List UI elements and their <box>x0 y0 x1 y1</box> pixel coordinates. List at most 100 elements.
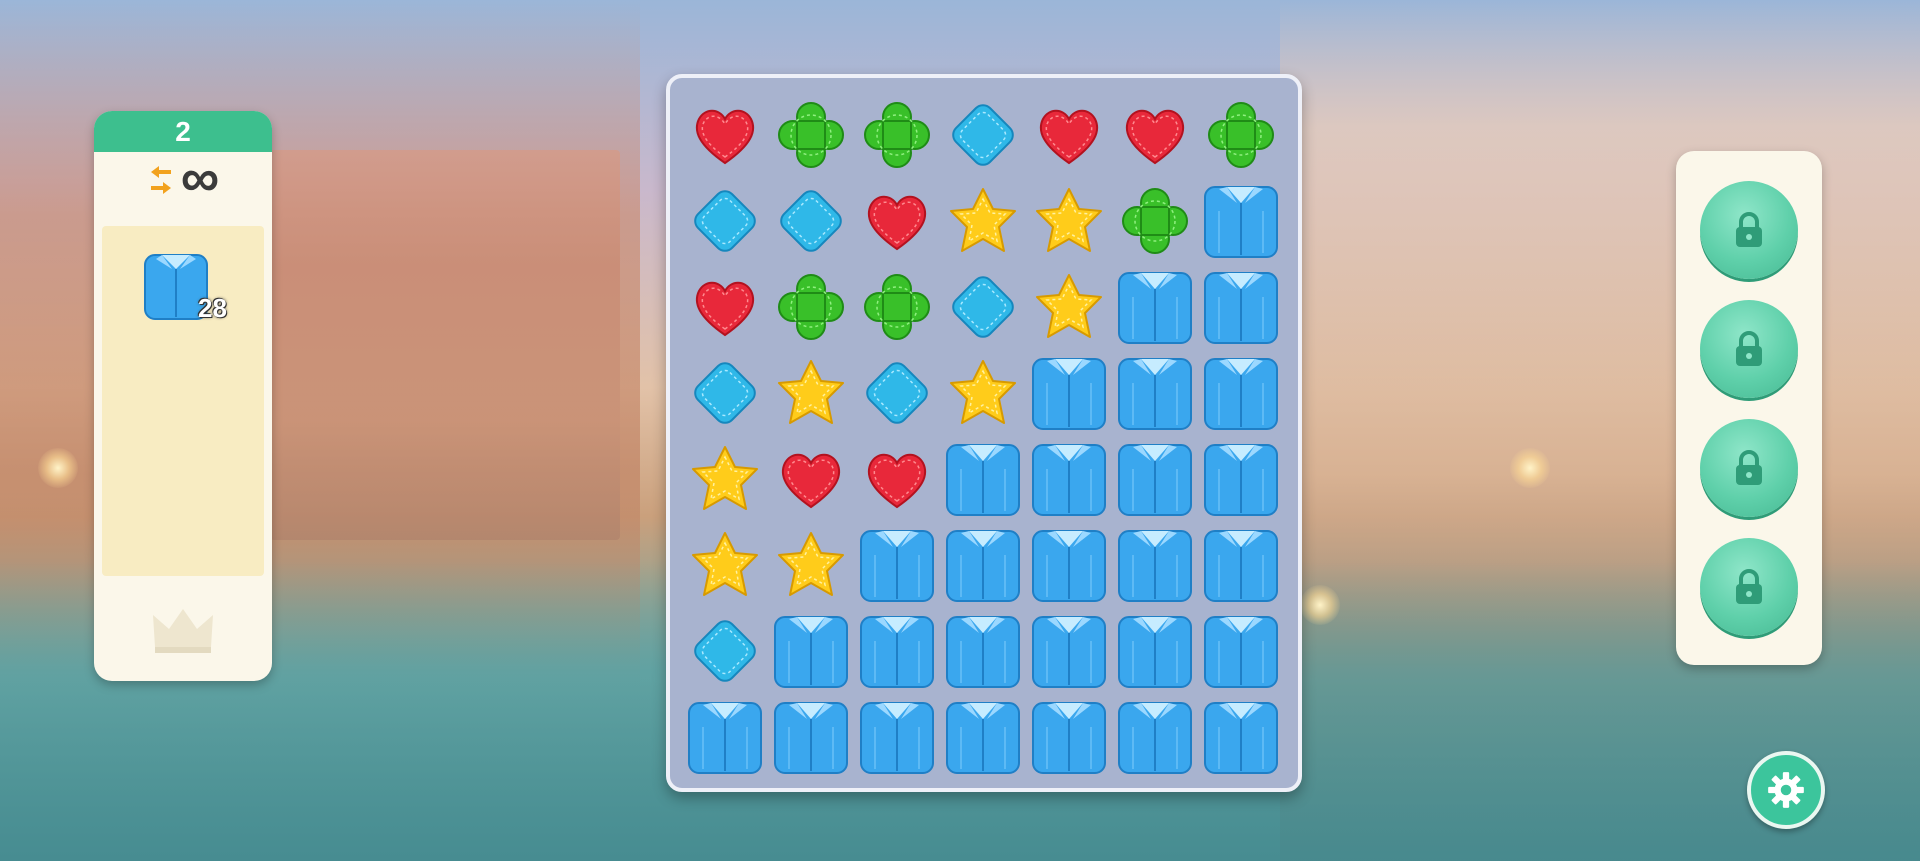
booster-slot-locked[interactable] <box>1700 181 1798 279</box>
booster-slot-locked[interactable] <box>1700 300 1798 398</box>
diamond-icon <box>866 362 928 424</box>
game-board[interactable] <box>666 74 1302 792</box>
star-tile[interactable] <box>940 350 1026 436</box>
shirt-tile[interactable] <box>1198 264 1284 350</box>
heart-tile[interactable] <box>854 436 940 522</box>
diamond-tile[interactable] <box>854 350 940 436</box>
star-icon <box>692 446 758 510</box>
shirt-icon <box>946 444 1020 516</box>
shirt-tile[interactable] <box>854 608 940 694</box>
booster-slot-locked[interactable] <box>1700 538 1798 636</box>
diamond-tile[interactable] <box>940 92 1026 178</box>
shirt-icon <box>1204 616 1278 688</box>
diamond-tile[interactable] <box>768 178 854 264</box>
diamond-tile[interactable] <box>682 608 768 694</box>
shirt-icon <box>1204 530 1278 602</box>
clover-icon <box>778 102 844 168</box>
heart-tile[interactable] <box>854 178 940 264</box>
heart-tile[interactable] <box>1026 92 1112 178</box>
shirt-tile[interactable] <box>1112 608 1198 694</box>
clover-icon <box>778 274 844 340</box>
shirt-icon <box>1032 358 1106 430</box>
shirt-icon <box>1118 272 1192 344</box>
shirt-icon <box>860 702 934 774</box>
shirt-icon <box>1032 444 1106 516</box>
shirt-tile[interactable] <box>1026 350 1112 436</box>
shirt-tile[interactable] <box>1198 694 1284 780</box>
shirt-tile[interactable] <box>940 436 1026 522</box>
star-tile[interactable] <box>682 522 768 608</box>
star-icon <box>692 532 758 596</box>
diamond-tile[interactable] <box>940 264 1026 350</box>
street-lamp-glow <box>1510 448 1550 488</box>
clover-tile[interactable] <box>1112 178 1198 264</box>
swap-arrows-icon <box>150 166 171 194</box>
crown-icon <box>153 609 213 653</box>
lock-icon <box>1736 569 1762 604</box>
shirt-tile[interactable] <box>854 522 940 608</box>
diamond-tile[interactable] <box>682 178 768 264</box>
shirt-tile[interactable] <box>1026 694 1112 780</box>
settings-button[interactable] <box>1747 751 1825 829</box>
shirt-tile[interactable] <box>1112 694 1198 780</box>
shirt-icon <box>1032 530 1106 602</box>
heart-tile[interactable] <box>1112 92 1198 178</box>
clover-tile[interactable] <box>768 92 854 178</box>
star-icon <box>950 188 1016 252</box>
shirt-tile[interactable] <box>1112 436 1198 522</box>
star-icon <box>1036 274 1102 338</box>
shirt-tile[interactable] <box>1112 350 1198 436</box>
shirt-icon <box>1118 530 1192 602</box>
heart-tile[interactable] <box>768 436 854 522</box>
clover-tile[interactable] <box>854 264 940 350</box>
shirt-tile[interactable] <box>1198 178 1284 264</box>
star-tile[interactable] <box>940 178 1026 264</box>
star-tile[interactable] <box>1026 264 1112 350</box>
booster-slot-locked[interactable] <box>1700 419 1798 517</box>
heart-tile[interactable] <box>682 264 768 350</box>
heart-tile[interactable] <box>682 92 768 178</box>
shirt-icon <box>860 530 934 602</box>
shirt-icon <box>774 616 848 688</box>
heart-icon <box>867 195 927 251</box>
clover-tile[interactable] <box>1198 92 1284 178</box>
shirt-icon <box>1118 358 1192 430</box>
heart-icon <box>1039 109 1099 165</box>
shirt-icon <box>774 702 848 774</box>
shirt-tile[interactable] <box>854 694 940 780</box>
star-icon <box>1036 188 1102 252</box>
shirt-icon <box>1118 444 1192 516</box>
shirt-tile[interactable] <box>940 694 1026 780</box>
shirt-icon <box>1204 702 1278 774</box>
goal-count: 28 <box>198 293 227 323</box>
shirt-tile[interactable] <box>940 522 1026 608</box>
star-tile[interactable] <box>768 522 854 608</box>
shirt-tile[interactable] <box>1198 608 1284 694</box>
street-lamp-glow <box>1300 585 1340 625</box>
shirt-tile[interactable] <box>768 694 854 780</box>
shirt-tile[interactable] <box>1026 608 1112 694</box>
shirt-tile[interactable] <box>1026 436 1112 522</box>
star-tile[interactable] <box>768 350 854 436</box>
shirt-tile[interactable] <box>1198 436 1284 522</box>
clover-tile[interactable] <box>768 264 854 350</box>
shirt-tile[interactable] <box>1026 522 1112 608</box>
lock-icon <box>1736 450 1762 485</box>
shirt-tile[interactable] <box>1112 522 1198 608</box>
heart-icon <box>695 109 755 165</box>
lock-icon <box>1736 212 1762 247</box>
shirt-tile[interactable] <box>1198 350 1284 436</box>
shirt-tile[interactable] <box>1198 522 1284 608</box>
clover-icon <box>1208 102 1274 168</box>
shirt-tile[interactable] <box>682 694 768 780</box>
shirt-tile[interactable] <box>768 608 854 694</box>
star-tile[interactable] <box>682 436 768 522</box>
shirt-tile[interactable] <box>1112 264 1198 350</box>
shirt-tile[interactable] <box>940 608 1026 694</box>
clover-tile[interactable] <box>854 92 940 178</box>
diamond-icon <box>694 190 756 252</box>
shirt-icon <box>1032 616 1106 688</box>
diamond-tile[interactable] <box>682 350 768 436</box>
star-tile[interactable] <box>1026 178 1112 264</box>
shirt-icon <box>1204 444 1278 516</box>
